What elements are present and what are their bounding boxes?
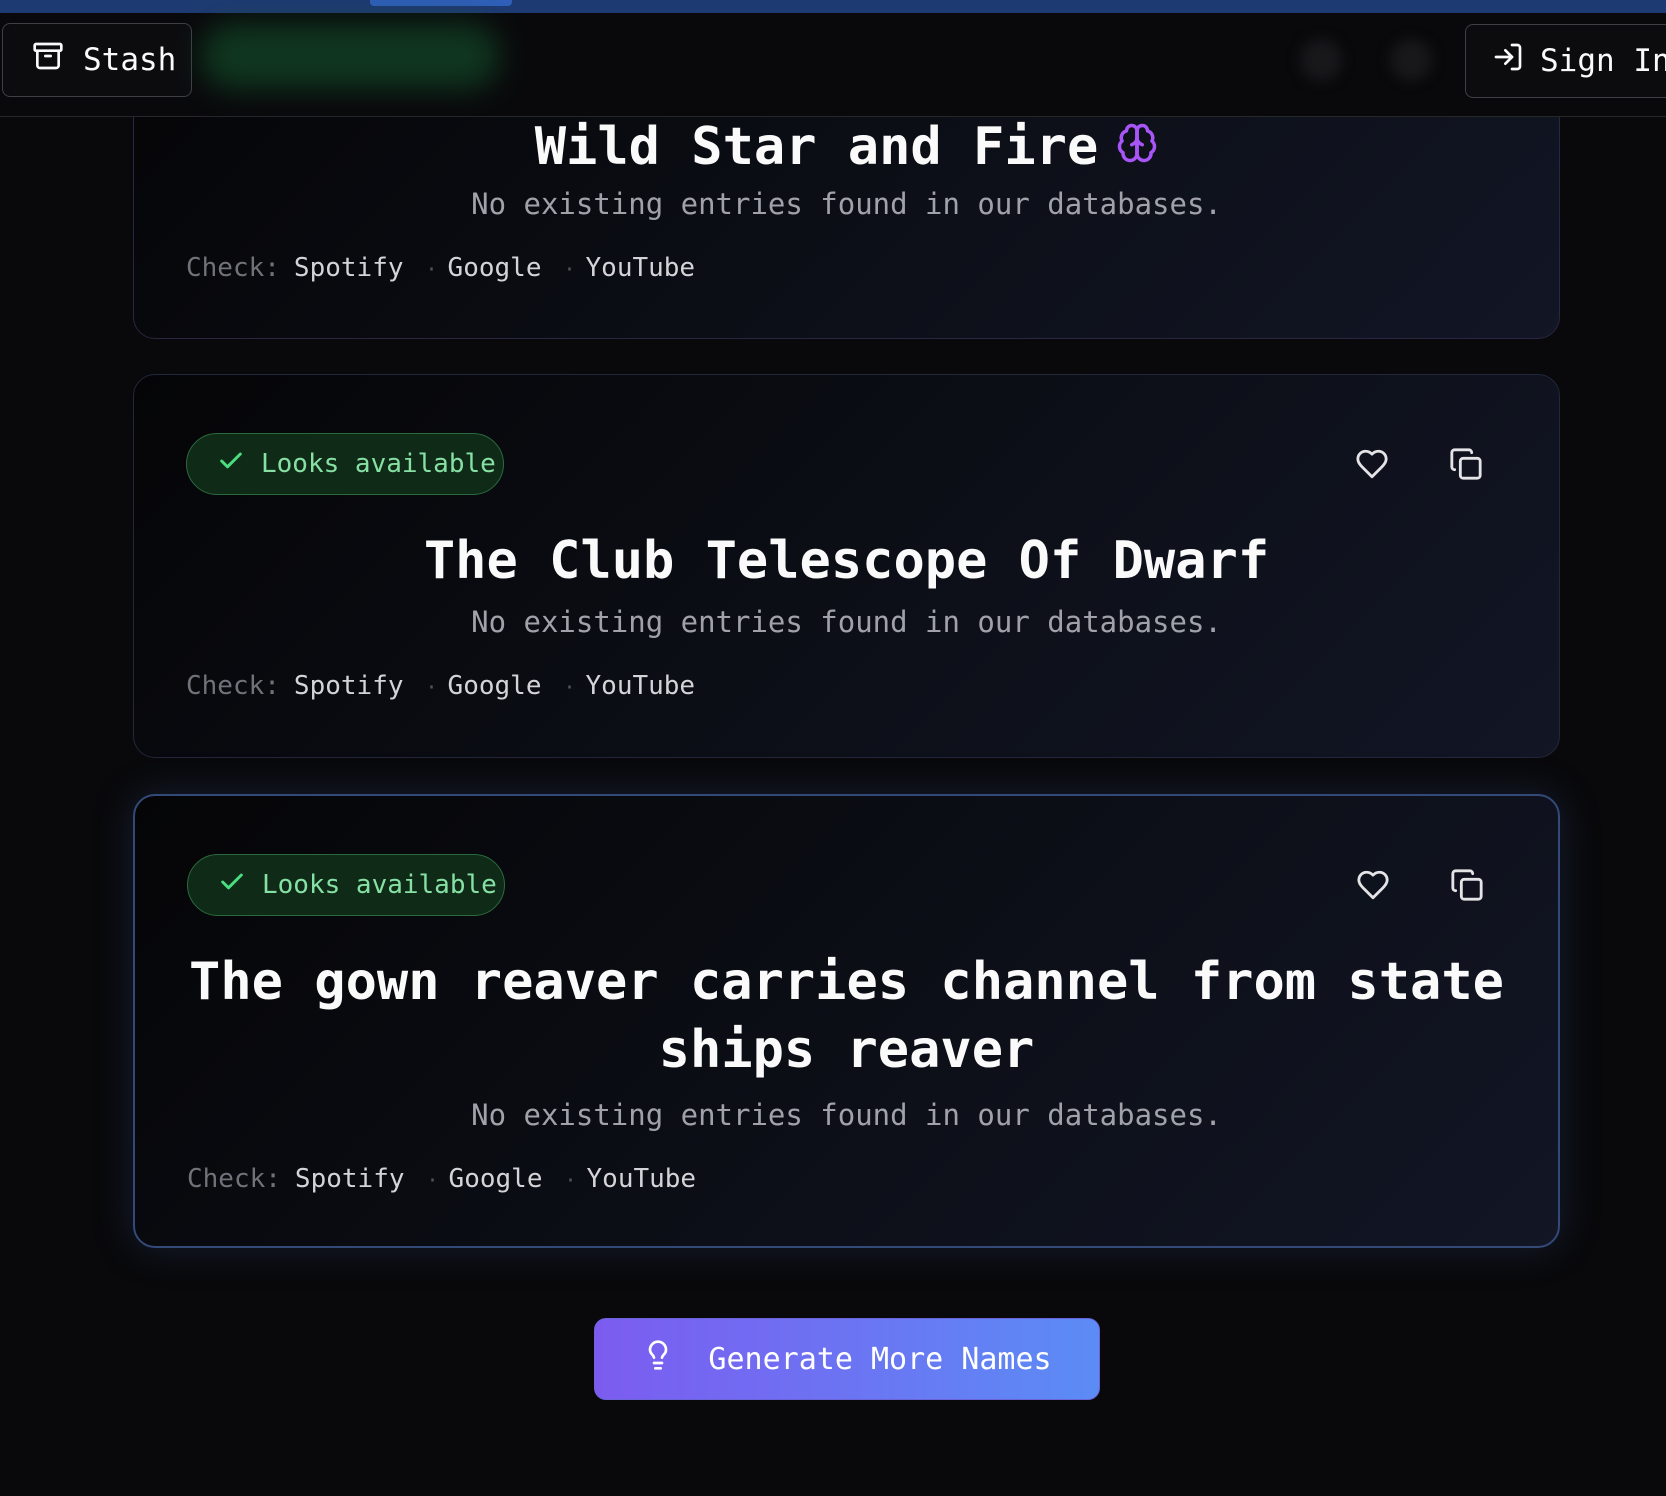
- check-links: Check: Spotify · Google · YouTube: [186, 253, 696, 283]
- check-links: Check: Spotify · Google · YouTube: [186, 671, 696, 701]
- stash-label: Stash: [83, 42, 177, 78]
- availability-badge: Looks available: [186, 433, 504, 495]
- spotify-link[interactable]: Spotify: [294, 253, 404, 283]
- brain-icon: [1116, 113, 1158, 181]
- name-card: Looks available The Club Telescope Of Dw…: [133, 374, 1560, 758]
- name-title: Wild Star and Fire: [534, 117, 1099, 177]
- check-label: Check:: [186, 671, 280, 701]
- blurred-heart-icon: [1300, 39, 1342, 81]
- copy-icon[interactable]: [1442, 440, 1490, 488]
- youtube-link[interactable]: YouTube: [587, 1164, 697, 1194]
- name-title: The gown reaver carries channel from sta…: [189, 952, 1504, 1080]
- app-header: Stash Sign In: [0, 13, 1666, 117]
- google-link[interactable]: Google: [448, 253, 542, 283]
- top-progress-bar: [0, 0, 1666, 13]
- availability-label: Looks available: [262, 870, 497, 900]
- check-icon: [218, 868, 246, 903]
- availability-message: No existing entries found in our databas…: [471, 1098, 1222, 1132]
- archive-icon: [31, 40, 65, 80]
- spotify-link[interactable]: Spotify: [294, 671, 404, 701]
- name-card: Looks available The gown reaver carries …: [133, 794, 1560, 1248]
- blurred-copy-icon: [1390, 39, 1432, 81]
- availability-message: No existing entries found in our databas…: [471, 605, 1222, 639]
- check-links: Check: Spotify · Google · YouTube: [187, 1164, 697, 1194]
- availability-label: Looks available: [261, 449, 496, 479]
- sign-in-label: Sign In: [1540, 43, 1666, 79]
- sign-in-button[interactable]: Sign In: [1465, 24, 1666, 98]
- generate-more-button[interactable]: Generate More Names: [594, 1318, 1100, 1400]
- check-icon: [217, 447, 245, 482]
- check-label: Check:: [187, 1164, 281, 1194]
- availability-message: No existing entries found in our databas…: [471, 187, 1222, 221]
- lightbulb-icon: [642, 1337, 674, 1381]
- stash-button[interactable]: Stash: [2, 23, 192, 97]
- spotify-link[interactable]: Spotify: [295, 1164, 405, 1194]
- log-in-icon: [1492, 41, 1524, 81]
- youtube-link[interactable]: YouTube: [586, 671, 696, 701]
- favorite-heart-icon[interactable]: [1348, 440, 1396, 488]
- copy-icon[interactable]: [1443, 861, 1491, 909]
- blurred-status-badge: [200, 23, 500, 89]
- availability-badge: Looks available: [187, 854, 505, 916]
- name-title: The Club Telescope Of Dwarf: [423, 531, 1270, 591]
- favorite-heart-icon[interactable]: [1349, 861, 1397, 909]
- check-label: Check:: [186, 253, 280, 283]
- youtube-link[interactable]: YouTube: [586, 253, 696, 283]
- google-link[interactable]: Google: [449, 1164, 543, 1194]
- google-link[interactable]: Google: [448, 671, 542, 701]
- generate-more-label: Generate More Names: [708, 1341, 1052, 1377]
